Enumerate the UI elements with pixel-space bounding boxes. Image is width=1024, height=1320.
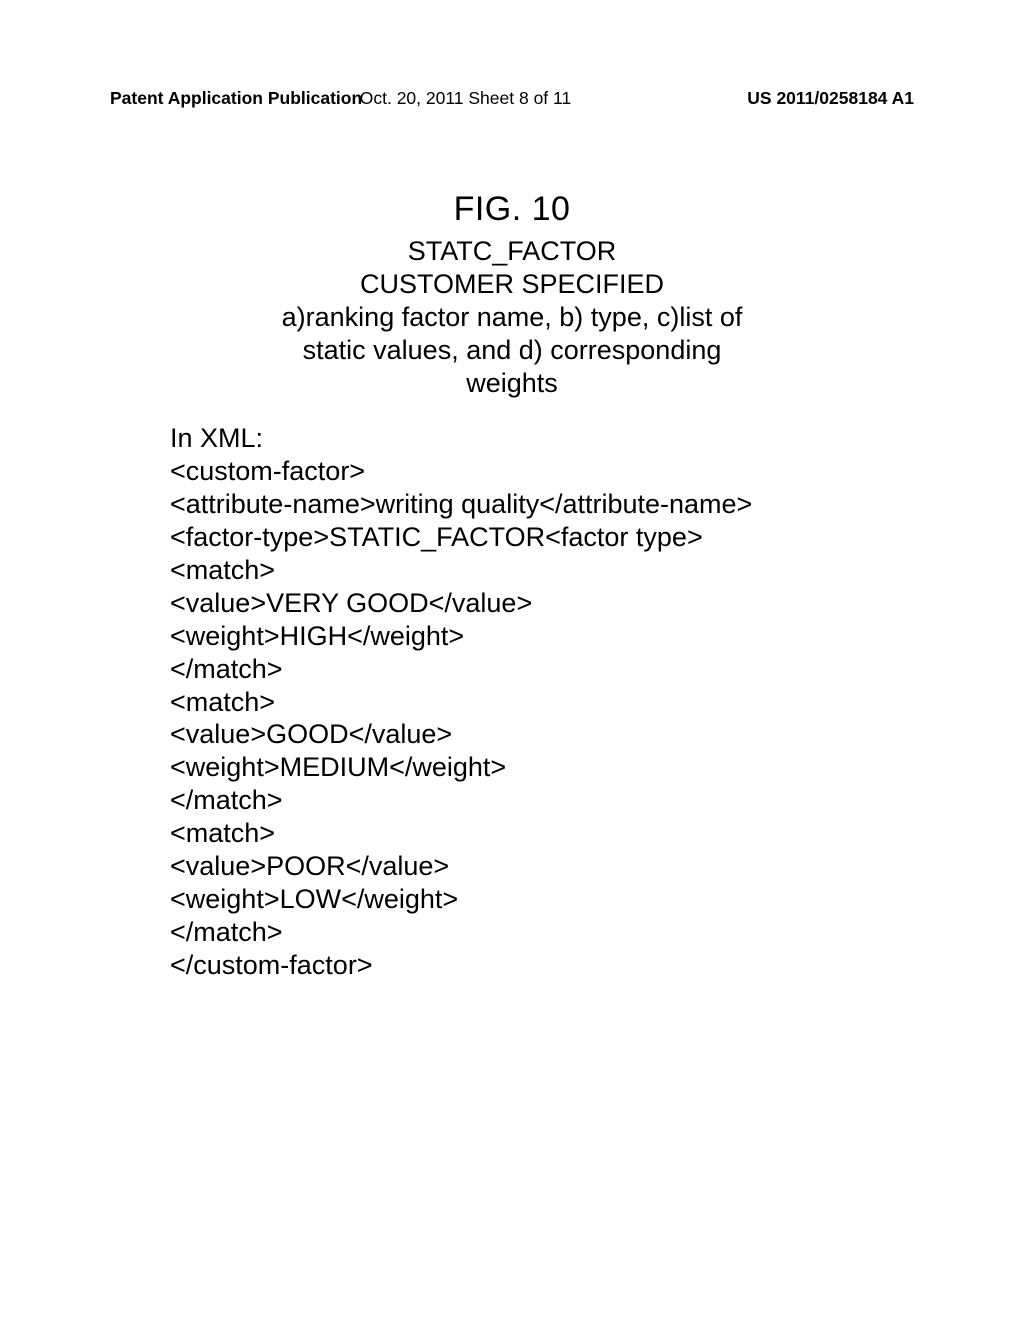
xml-line: <custom-factor>	[170, 455, 752, 488]
xml-line: <weight>LOW</weight>	[170, 883, 752, 916]
subtitle-line-2: CUSTOMER SPECIFIED	[0, 268, 1024, 301]
xml-line: <weight>MEDIUM</weight>	[170, 751, 752, 784]
xml-line: <attribute-name>writing quality</attribu…	[170, 488, 752, 521]
header-publication-label: Patent Application Publication	[110, 88, 362, 109]
xml-line: <match>	[170, 686, 752, 719]
figure-heading-block: FIG. 10 STATC_FACTOR CUSTOMER SPECIFIED …	[0, 190, 1024, 428]
xml-code-block: In XML: <custom-factor> <attribute-name>…	[170, 422, 752, 982]
subtitle-line-1: STATC_FACTOR	[0, 235, 1024, 268]
xml-line: </custom-factor>	[170, 949, 752, 982]
page-header: Patent Application Publication Oct. 20, …	[0, 88, 1024, 109]
figure-subtitle-block: STATC_FACTOR CUSTOMER SPECIFIED a)rankin…	[0, 235, 1024, 400]
header-date-sheet: Oct. 20, 2011 Sheet 8 of 11	[360, 88, 571, 109]
xml-line: </match>	[170, 653, 752, 686]
xml-line: <match>	[170, 554, 752, 587]
subtitle-line-4: static values, and d) corresponding	[0, 334, 1024, 367]
xml-line: </match>	[170, 784, 752, 817]
xml-line: <match>	[170, 817, 752, 850]
xml-line: <value>VERY GOOD</value>	[170, 587, 752, 620]
xml-line: </match>	[170, 916, 752, 949]
subtitle-line-5: weights	[0, 367, 1024, 400]
header-patent-number: US 2011/0258184 A1	[747, 88, 914, 109]
xml-line: <factor-type>STATIC_FACTOR<factor type>	[170, 521, 752, 554]
xml-line: <value>POOR</value>	[170, 850, 752, 883]
figure-title: FIG. 10	[0, 190, 1024, 229]
subtitle-line-3: a)ranking factor name, b) type, c)list o…	[0, 301, 1024, 334]
xml-line: <weight>HIGH</weight>	[170, 620, 752, 653]
xml-line: In XML:	[170, 422, 752, 455]
xml-line: <value>GOOD</value>	[170, 718, 752, 751]
